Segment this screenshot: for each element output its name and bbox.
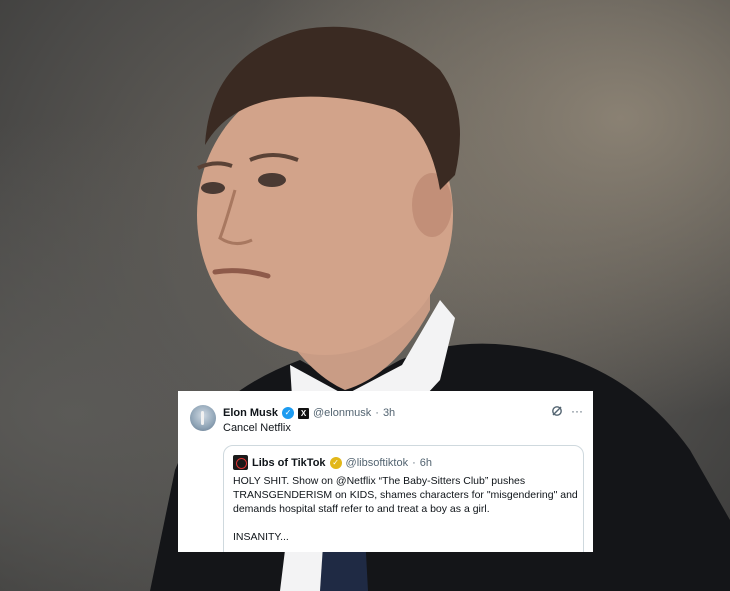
header-separator: · <box>375 407 379 419</box>
quoted-author-handle[interactable]: @libsoftiktok <box>346 457 409 469</box>
quoted-author-name[interactable]: Libs of TikTok <box>252 457 326 469</box>
quoted-separator: · <box>412 456 416 469</box>
grok-icon[interactable] <box>551 405 563 417</box>
tweet-actions: ··· <box>551 404 583 418</box>
tweet-card[interactable]: Elon Musk ✓ X @elonmusk · 3h ··· Cancel … <box>178 391 593 552</box>
tweet-time[interactable]: 3h <box>383 407 395 419</box>
gold-verified-check-icon: ✓ <box>329 456 342 469</box>
tweet-header: Elon Musk ✓ X @elonmusk · 3h <box>223 404 583 422</box>
background-photo: Elon Musk ✓ X @elonmusk · 3h ··· Cancel … <box>0 0 730 591</box>
more-options-icon[interactable]: ··· <box>571 404 583 418</box>
quoted-author-avatar[interactable] <box>233 455 248 470</box>
blue-verified-check-icon: ✓ <box>282 407 295 419</box>
x-logo-icon: X <box>298 407 310 419</box>
tweet-text: Cancel Netflix <box>223 422 291 434</box>
quoted-tweet-paragraph-2: INSANITY... <box>233 531 289 543</box>
quoted-tweet[interactable]: Libs of TikTok ✓ @libsoftiktok · 6h HOLY… <box>223 445 584 552</box>
author-avatar[interactable] <box>190 405 216 431</box>
quoted-tweet-header: Libs of TikTok ✓ @libsoftiktok · 6h <box>233 455 432 470</box>
quoted-tweet-paragraph-1: HOLY SHIT. Show on @Netflix “The Baby-Si… <box>233 475 578 515</box>
quoted-tweet-time[interactable]: 6h <box>420 457 432 469</box>
quoted-tweet-body: HOLY SHIT. Show on @Netflix “The Baby-Si… <box>233 474 578 552</box>
author-name[interactable]: Elon Musk <box>223 407 278 419</box>
author-handle[interactable]: @elonmusk <box>313 407 371 419</box>
